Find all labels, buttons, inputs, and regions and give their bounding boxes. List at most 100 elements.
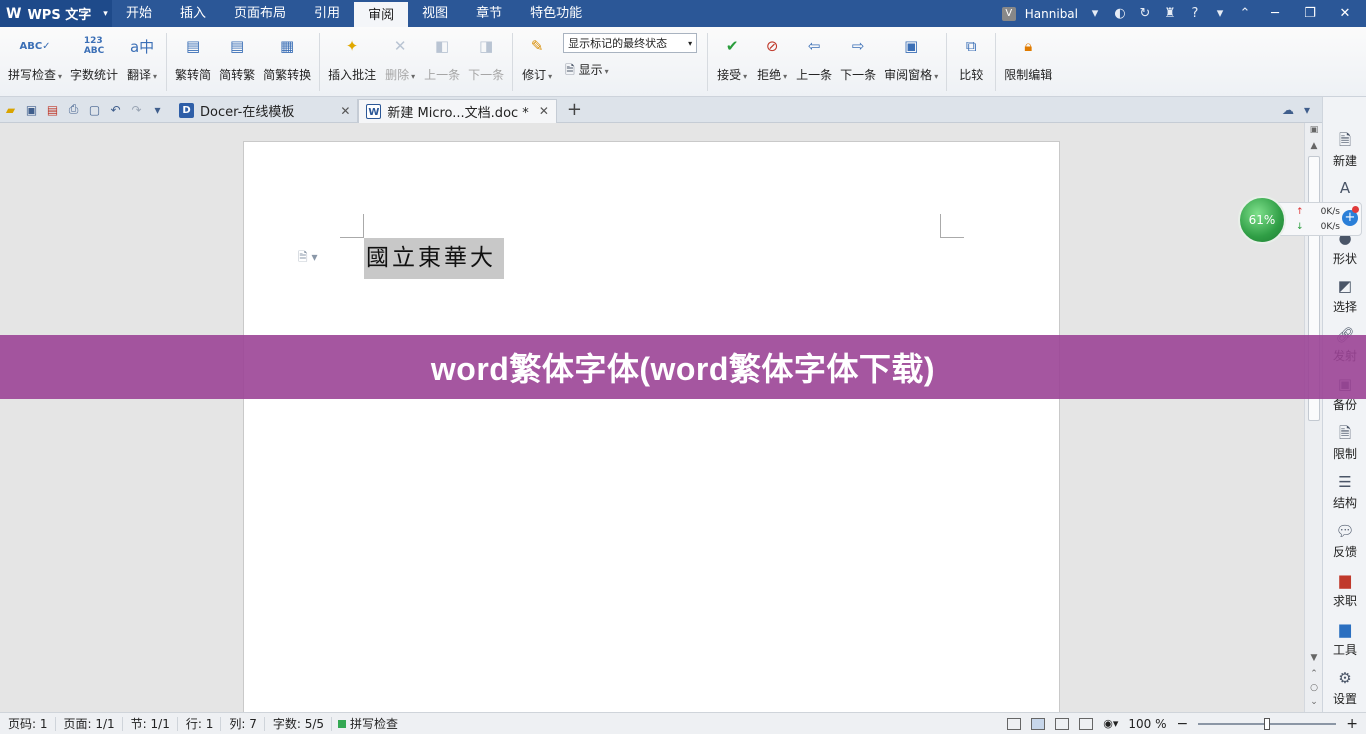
add-tab-button[interactable]: + xyxy=(567,99,582,120)
new-document-icon: 🗎 xyxy=(1338,131,1352,149)
minimize-button[interactable]: ─ xyxy=(1262,6,1288,21)
tab-review[interactable]: 审阅 xyxy=(354,0,409,27)
tab-references[interactable]: 引用 xyxy=(300,0,354,27)
document-icon: 🗎 xyxy=(565,63,575,77)
refresh-icon[interactable]: ↻ xyxy=(1137,6,1153,21)
help-dropdown-icon[interactable]: ▾ xyxy=(1212,6,1228,21)
tab-docer-templates[interactable]: D Docer-在线模板 ✕ xyxy=(172,98,359,123)
user-dropdown-icon[interactable]: ▾ xyxy=(1087,6,1103,21)
tab-page-layout[interactable]: 页面布局 xyxy=(220,0,300,27)
save-icon[interactable]: ▣ xyxy=(21,103,42,117)
next-change-button[interactable]: ⇨ 下一条 xyxy=(836,33,880,83)
avatar[interactable]: V xyxy=(1001,6,1016,21)
select-browse-object-icon[interactable]: ○ xyxy=(1305,683,1323,693)
review-pane-label: 审阅窗格 xyxy=(884,68,933,82)
sidebar-item-restrict[interactable]: 🗎 限制 xyxy=(1323,424,1366,462)
track-changes-icon: ✎ xyxy=(530,37,544,55)
sidebar-item-settings[interactable]: ⚙ 设置 xyxy=(1323,669,1366,707)
close-icon[interactable]: ✕ xyxy=(539,104,549,118)
delete-comment-button[interactable]: ✕ 删除 ▾ xyxy=(380,33,420,83)
sidebar-item-new[interactable]: 🗎 新建 xyxy=(1323,131,1366,169)
spell-check-status[interactable]: 拼写检查 xyxy=(332,715,398,732)
status-word-count[interactable]: 字数: 5/5 xyxy=(265,716,333,731)
display-button[interactable]: 🗎 显示 ▾ xyxy=(563,61,697,82)
reject-button[interactable]: ⊘ 拒绝 ▾ xyxy=(752,33,792,83)
web-view-icon[interactable] xyxy=(1079,717,1094,730)
tab-start[interactable]: 开始 xyxy=(112,0,166,27)
paragraph-handle-icon[interactable]: 🗎 ▾ xyxy=(298,248,318,269)
margin-corner-top-right xyxy=(940,214,964,238)
translate-button[interactable]: a中 翻译 ▾ xyxy=(122,33,162,83)
close-icon[interactable]: ✕ xyxy=(340,104,350,118)
zoom-slider-knob[interactable] xyxy=(1264,717,1271,730)
network-speed-widget[interactable]: 61% ↑ 0K/s ↓ 0K/s + xyxy=(1238,196,1364,244)
translate-icon: a中 xyxy=(129,37,155,56)
accept-button[interactable]: ✔ 接受 ▾ xyxy=(712,33,752,83)
eye-protection-icon[interactable]: ◉▾ xyxy=(1103,717,1118,730)
app-menu-button[interactable]: W WPS 文字 ▾ xyxy=(0,0,112,27)
chevron-down-icon: ▾ xyxy=(783,72,788,81)
compare-button[interactable]: ⧉ 比较 xyxy=(951,33,991,83)
simp-to-trad-button[interactable]: ▤ 简转繁 xyxy=(215,33,259,83)
spell-check-button[interactable]: ABC✓ 拼写检查 ▾ xyxy=(4,33,66,83)
print-preview-icon[interactable]: ▢ xyxy=(84,103,105,117)
cloud-upload-icon[interactable]: ☁ xyxy=(1282,103,1294,117)
sidebar-item-structure[interactable]: ☰ 结构 xyxy=(1323,473,1366,511)
compare-icon: ⧉ xyxy=(965,37,977,55)
redo-icon[interactable]: ↷ xyxy=(126,103,147,117)
prev-page-icon[interactable]: ⌃ xyxy=(1305,669,1323,679)
tab-new-document[interactable]: W 新建 Micro...文档.doc * ✕ xyxy=(358,98,557,123)
sidebar-item-feedback[interactable]: 💬︎ 反馈 xyxy=(1323,522,1366,560)
print-icon[interactable]: ⎙ xyxy=(63,102,84,117)
page-view-icon[interactable] xyxy=(1031,717,1046,730)
markup-state-select[interactable]: 显示标记的最终状态 ▾ xyxy=(563,33,698,53)
tab-chapter[interactable]: 章节 xyxy=(462,0,516,27)
track-changes-button[interactable]: ✎ 修订 ▾ xyxy=(517,33,557,83)
zoom-level[interactable]: 100 % xyxy=(1128,717,1166,731)
zoom-in-button[interactable]: + xyxy=(1346,716,1358,732)
user-name[interactable]: Hannibal xyxy=(1025,7,1078,21)
prev-change-button[interactable]: ⇦ 上一条 xyxy=(792,33,836,83)
sync-icon[interactable]: ◐ xyxy=(1112,6,1128,21)
zoom-slider[interactable] xyxy=(1198,717,1337,730)
memory-usage-ball[interactable]: 61% xyxy=(1238,196,1286,244)
trad-to-simp-button[interactable]: ▤ 繁转简 xyxy=(171,33,215,83)
sidebar-item-label: 形状 xyxy=(1332,252,1357,266)
restore-button[interactable]: ❐ xyxy=(1297,6,1323,21)
undo-icon[interactable]: ↶ xyxy=(105,103,126,117)
fullscreen-view-icon[interactable] xyxy=(1007,717,1022,730)
next-page-icon[interactable]: ⌄ xyxy=(1305,697,1323,707)
collapse-ribbon-icon[interactable]: ⌃ xyxy=(1237,6,1253,21)
tab-view[interactable]: 视图 xyxy=(408,0,462,27)
close-window-button[interactable]: ✕ xyxy=(1332,6,1358,21)
restrict-editing-button[interactable]: 🔒︎ 限制编辑 xyxy=(1000,33,1056,83)
zoom-out-button[interactable]: − xyxy=(1177,716,1189,732)
insert-comment-button[interactable]: ✦ 插入批注 xyxy=(324,33,380,83)
review-pane-button[interactable]: ▣ 审阅窗格 ▾ xyxy=(880,33,942,83)
arrow-up-icon: ↑ xyxy=(1296,207,1304,217)
outline-view-icon[interactable] xyxy=(1055,717,1070,730)
sidebar-item-jobs[interactable]: ▆ 求职 xyxy=(1323,571,1366,609)
open-folder-icon[interactable]: ▰ xyxy=(0,103,21,117)
status-page: 页码: 1 xyxy=(0,716,56,731)
export-pdf-icon[interactable]: ▤ xyxy=(42,103,63,117)
tab-special-features[interactable]: 特色功能 xyxy=(516,0,596,27)
tab-list-icon[interactable]: ▾ xyxy=(1304,103,1310,117)
chinese-convert-button[interactable]: ▦ 简繁转换 xyxy=(259,33,315,83)
document-page[interactable]: 🗎 ▾ 國立東華大 xyxy=(243,141,1060,712)
word-count-button[interactable]: 123 ABC 字数统计 xyxy=(66,33,122,83)
sidebar-item-label: 选择 xyxy=(1332,300,1357,314)
tab-insert[interactable]: 插入 xyxy=(166,0,220,27)
sidebar-item-select[interactable]: ◩ 选择 xyxy=(1323,277,1366,315)
quick-access-dropdown-icon[interactable]: ▾ xyxy=(147,103,168,117)
scroll-top-icon[interactable]: ▣ xyxy=(1305,125,1323,135)
sidebar-item-tools[interactable]: ▆ 工具 xyxy=(1323,620,1366,658)
selected-document-text[interactable]: 國立東華大 xyxy=(364,238,504,279)
scroll-down-icon[interactable]: ▼ xyxy=(1305,653,1323,663)
next-comment-button[interactable]: ◨ 下一条 xyxy=(464,33,508,83)
help-icon[interactable]: ? xyxy=(1187,6,1203,21)
prev-comment-button[interactable]: ◧ 上一条 xyxy=(420,33,464,83)
skin-shirt-icon[interactable]: ♜ xyxy=(1162,6,1178,21)
scroll-up-icon[interactable]: ▲ xyxy=(1305,141,1323,151)
document-tab-bar: ▰ ▣ ▤ ⎙ ▢ ↶ ↷ ▾ D Docer-在线模板 ✕ W 新建 Micr… xyxy=(0,97,1322,123)
